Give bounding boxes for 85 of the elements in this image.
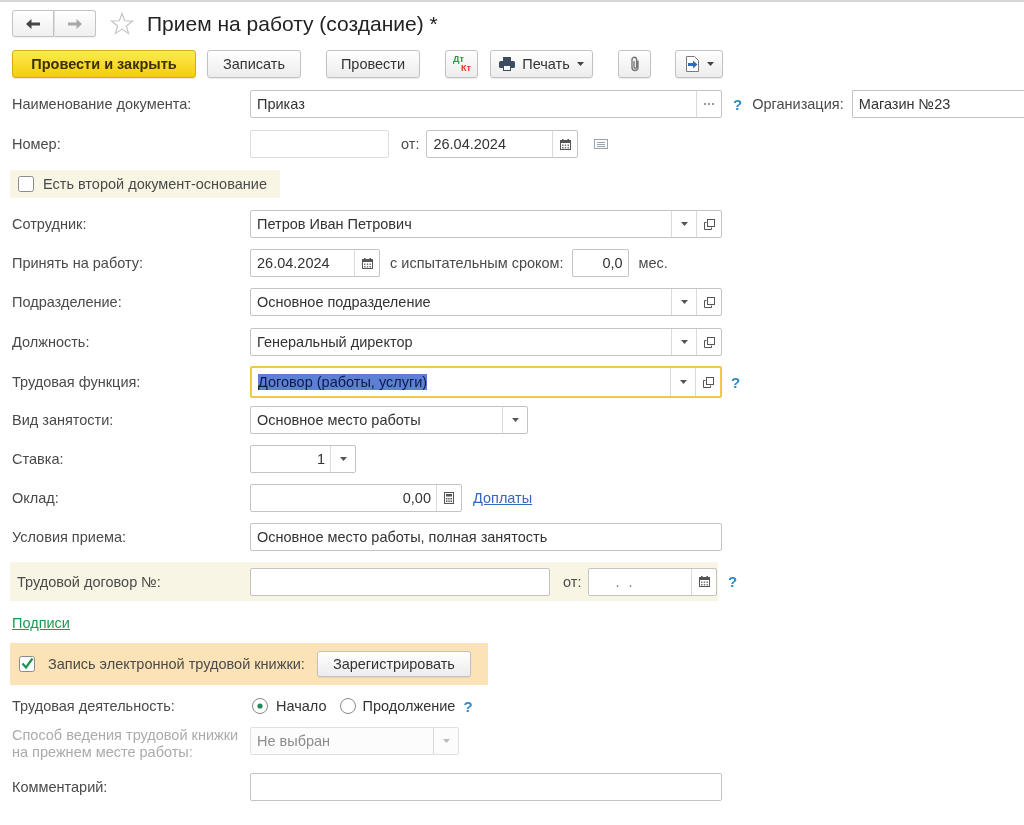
star-icon[interactable]: [110, 11, 134, 36]
calendar-icon: [361, 257, 373, 269]
radio-label[interactable]: Продолжение: [362, 698, 456, 714]
back-button[interactable]: [12, 10, 54, 37]
radio-button[interactable]: [252, 698, 268, 714]
caret-icon: [511, 418, 519, 422]
field-label: Оклад:: [12, 490, 59, 506]
salary-field[interactable]: 0,00: [250, 484, 462, 512]
field-label: Ставка:: [12, 451, 64, 467]
employment-type-field[interactable]: Основное место работы: [250, 406, 528, 434]
caret-icon: [706, 62, 714, 66]
additional-payments-link[interactable]: Доплаты: [473, 490, 533, 506]
document-arrow-icon: [684, 56, 700, 72]
field-label: Должность:: [12, 334, 90, 350]
checkbox-label[interactable]: Есть второй документ-основание: [43, 176, 267, 192]
unit-label: мес.: [638, 255, 668, 271]
help-link[interactable]: ?: [728, 573, 738, 590]
debit-credit-button[interactable]: Дт Кт: [445, 50, 478, 78]
attach-button[interactable]: [618, 50, 651, 78]
organization-field[interactable]: Магазин №23: [851, 90, 1024, 118]
field-label: от:: [401, 136, 420, 152]
field-label: Принять на работу:: [12, 255, 144, 271]
field-label: Вид занятости:: [12, 412, 114, 428]
field-label: от:: [563, 573, 582, 590]
date-field[interactable]: 26.04.2024: [426, 130, 579, 158]
overlapping-squares-icon: [703, 296, 715, 308]
calculator-icon: [444, 492, 454, 504]
calendar-icon: [698, 576, 710, 587]
probation-field[interactable]: 0,0: [571, 249, 629, 277]
signatures-link[interactable]: Подписи: [12, 615, 70, 631]
field-label: Условия приема:: [12, 529, 126, 545]
paperclip-icon: [629, 56, 640, 72]
caret-icon: [680, 222, 688, 226]
department-field[interactable]: Основное подразделение: [250, 288, 722, 316]
field-label: Наименование документа:: [12, 96, 192, 112]
hire-date-field[interactable]: 26.04.2024: [250, 249, 380, 277]
overlapping-squares-icon: [703, 218, 715, 230]
primary-button[interactable]: Провести и закрыть: [12, 50, 196, 78]
checkbox[interactable]: [18, 176, 34, 192]
field-label: Подразделение:: [12, 294, 122, 310]
list-icon[interactable]: [594, 139, 609, 149]
document-name-field[interactable]: Приказ: [250, 90, 722, 118]
radio-button[interactable]: [339, 698, 356, 714]
caret-icon: [680, 300, 688, 304]
caret-icon: [576, 62, 584, 66]
field-label: Организация:: [752, 96, 844, 112]
field-label: Трудовая функция:: [12, 374, 141, 390]
comment-field[interactable]: [250, 773, 722, 801]
caret-icon: [680, 340, 688, 344]
field-label: Комментарий:: [12, 779, 108, 795]
toolbar-button[interactable]: Записать: [207, 50, 301, 78]
number-field[interactable]: [250, 130, 389, 158]
field-label: Трудовая деятельность:: [12, 698, 175, 714]
contract-date-field[interactable]: . .: [588, 567, 718, 596]
register-button[interactable]: Зарегистрировать: [316, 651, 471, 677]
contract-number-field[interactable]: [250, 567, 550, 596]
labor-function-field[interactable]: Договор (работы, услуги): [250, 366, 722, 398]
calendar-icon: [559, 138, 571, 150]
window-title: Прием на работу (создание) *: [147, 11, 438, 36]
caret-icon: [679, 380, 687, 384]
conditions-field[interactable]: Основное место работы, полная занятость: [250, 523, 722, 551]
toolbar-button[interactable]: Провести: [326, 50, 420, 78]
employee-field[interactable]: Петров Иван Петрович: [250, 210, 722, 238]
field-label: Способ ведения трудовой книжки на прежнем месте работы:: [12, 727, 240, 761]
field-label: Трудовой договор №:: [17, 573, 161, 590]
help-link[interactable]: ?: [731, 373, 741, 391]
rate-field[interactable]: 1: [250, 445, 356, 473]
overlapping-squares-icon: [703, 336, 715, 348]
print-button[interactable]: Печать: [490, 50, 593, 78]
caret-icon: [442, 739, 450, 743]
field-label: Номер:: [12, 136, 61, 152]
printer-icon: [499, 57, 516, 71]
field-label: Сотрудник:: [12, 216, 87, 232]
help-link[interactable]: ?: [733, 95, 743, 113]
overlapping-squares-icon: [702, 376, 714, 388]
field-label: с испытательным сроком:: [390, 255, 564, 271]
right-arrow-icon: [68, 18, 82, 29]
left-arrow-icon: [26, 18, 40, 29]
radio-label[interactable]: Начало: [276, 698, 327, 714]
checkbox[interactable]: [19, 656, 35, 672]
checkbox-label[interactable]: Запись электронной трудовой книжки:: [48, 656, 305, 672]
caret-icon: [339, 457, 347, 461]
export-button[interactable]: [675, 50, 723, 78]
help-link[interactable]: ?: [463, 697, 473, 715]
position-field[interactable]: Генеральный директор: [250, 328, 722, 356]
